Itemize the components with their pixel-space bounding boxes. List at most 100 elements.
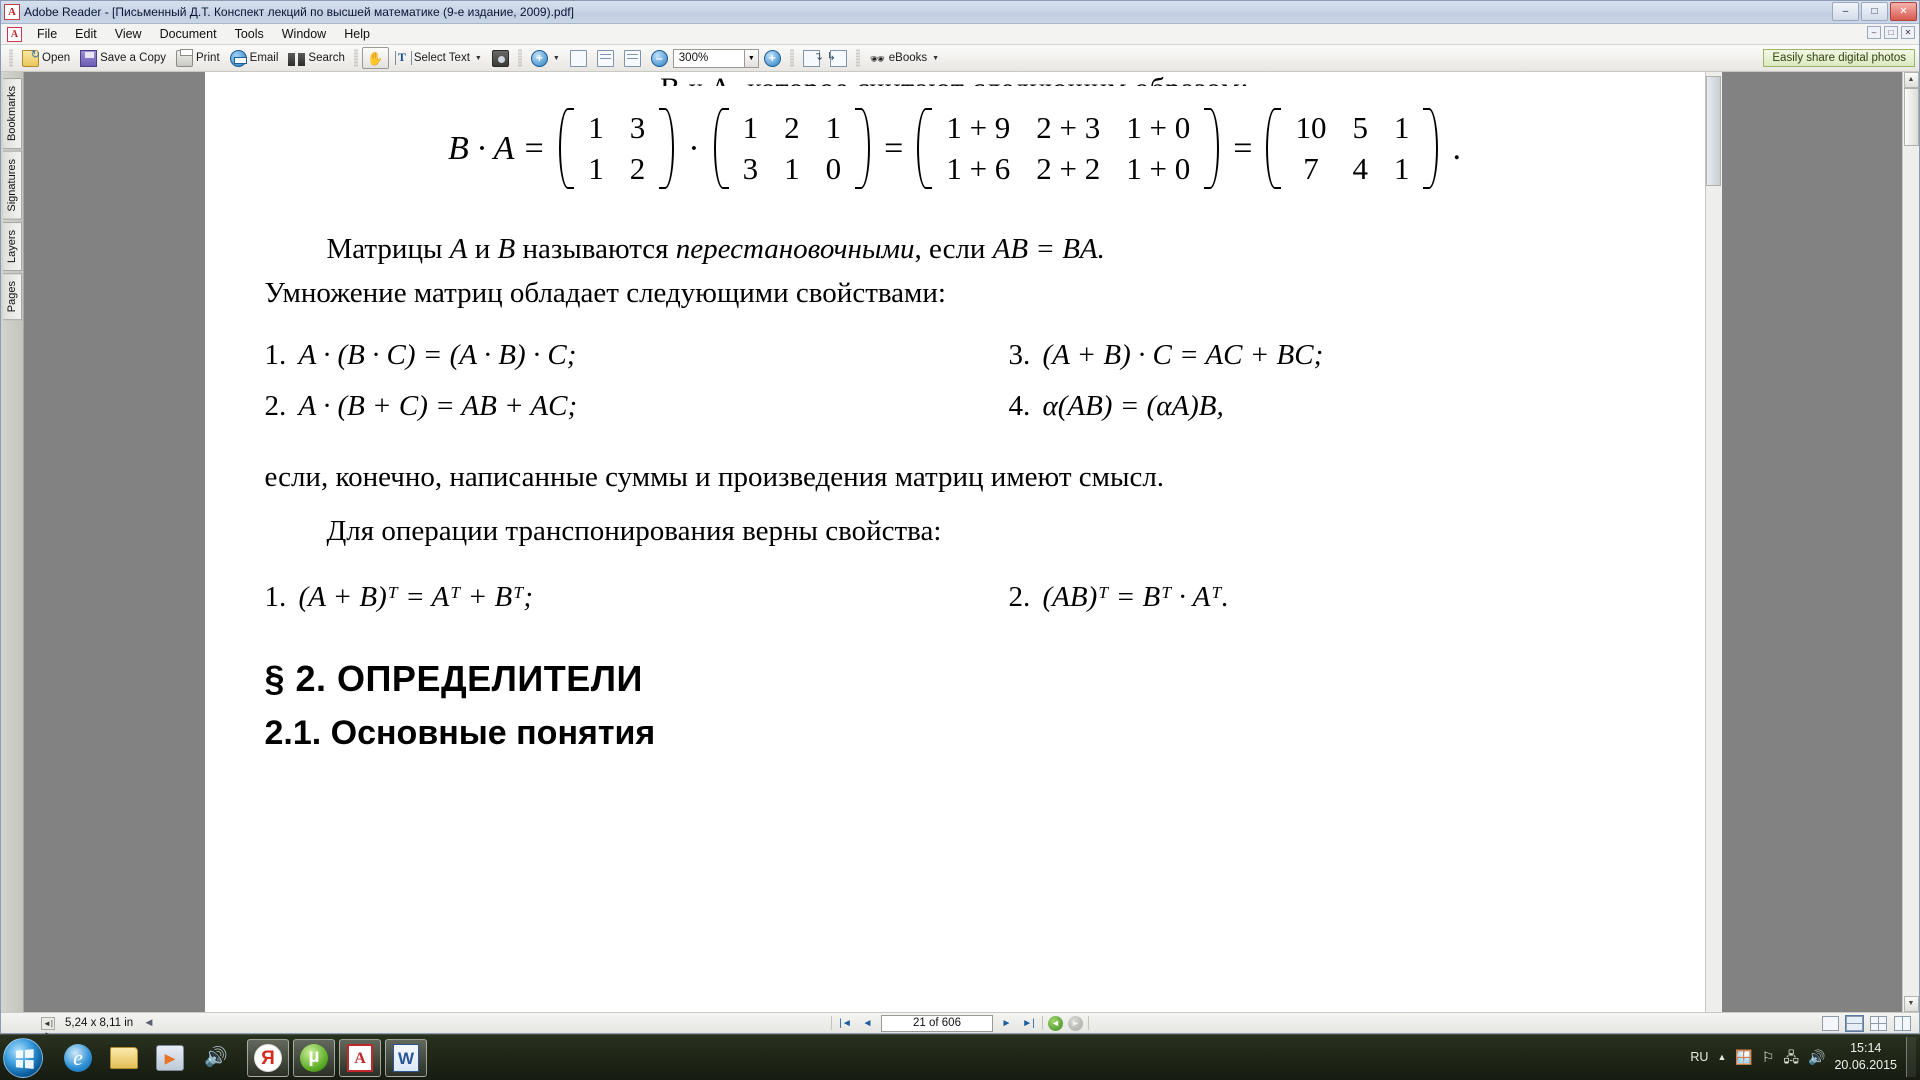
search-button[interactable]: Search [283, 47, 349, 69]
document-scrollbar[interactable] [1704, 72, 1722, 1012]
toolbar-grip-2[interactable] [353, 49, 358, 67]
sidebar-item-layers-label: Layers [5, 229, 18, 263]
para1-var-b: B [497, 233, 516, 266]
property-4: 4. α(AB) = (αA)B, [955, 390, 1645, 423]
menu-view[interactable]: View [106, 25, 151, 43]
menu-tools[interactable]: Tools [226, 25, 273, 43]
start-orb-icon[interactable] [3, 1037, 43, 1078]
doc-close-button[interactable]: ✕ [1901, 26, 1915, 39]
toolbar-grip-4[interactable] [789, 49, 794, 67]
doc-maximize-button[interactable]: □ [1884, 26, 1898, 39]
taskbar-media-player[interactable] [149, 1039, 191, 1077]
network-icon[interactable]: 🖧 [1783, 1050, 1799, 1064]
window-scroll-track[interactable] [1903, 88, 1919, 996]
document-scroll-thumb[interactable] [1705, 76, 1721, 186]
zoom-in-button[interactable] [759, 47, 786, 69]
previous-view-circle-button[interactable]: ◄ [1048, 1015, 1063, 1031]
snapshot-tool-button[interactable] [487, 47, 514, 69]
single-page-layout-button[interactable] [1822, 1015, 1839, 1031]
clock[interactable]: 15:14 20.06.2015 [1834, 1040, 1897, 1074]
zoom-chevron-down-icon[interactable]: ▼ [553, 55, 560, 62]
transpose-1-text: (A + B)ᵀ = Aᵀ + Bᵀ; [298, 581, 534, 614]
scroll-down-button[interactable]: ▼ [1903, 996, 1919, 1012]
matrix-b-cell-0-0: 1 [588, 110, 604, 145]
zoom-in-tool-button[interactable]: ▼ [526, 47, 565, 69]
zoom-out-button[interactable] [646, 47, 673, 69]
close-button[interactable]: ✕ [1890, 2, 1917, 21]
window-scroll-thumb[interactable] [1903, 88, 1919, 146]
hand-tool-button[interactable] [361, 47, 389, 69]
zoom-value-input[interactable]: 300% [672, 48, 745, 68]
menu-file[interactable]: File [28, 25, 66, 43]
continuous-facing-layout-button[interactable] [1894, 1015, 1911, 1031]
matrix-sums-cell-1-0: 1 + 6 [946, 150, 1011, 186]
panel-resize-grip[interactable]: ◄|► [41, 1016, 55, 1039]
taskbar-yandex-browser[interactable] [247, 1038, 289, 1077]
next-view-button[interactable] [825, 47, 852, 69]
minimize-button[interactable]: – [1832, 2, 1859, 21]
chevron-down-icon[interactable]: ▼ [475, 55, 482, 62]
doc-minimize-button[interactable]: – [1867, 26, 1881, 39]
matrix-sums-cell-0-1: 2 + 3 [1036, 110, 1101, 145]
fit-width-button[interactable] [619, 47, 646, 69]
window-scrollbar[interactable]: ▲ ▼ [1902, 72, 1919, 1012]
toolbar-grip-3[interactable] [517, 49, 522, 67]
flag-icon[interactable]: ⚐ [1762, 1050, 1775, 1064]
actual-size-button[interactable] [565, 47, 592, 69]
menu-bar: File Edit View Document Tools Window Hel… [1, 24, 1919, 45]
next-page-button[interactable]: ► [998, 1016, 1015, 1031]
collapse-arrow-icon[interactable]: ◄ [143, 1017, 154, 1029]
document-scroll-track[interactable] [1705, 72, 1721, 1012]
matrix-a-cell-1-2: 0 [825, 150, 842, 186]
sidebar-item-signatures[interactable]: Signatures [2, 151, 22, 220]
page-number-input[interactable]: 21 of 606 [881, 1014, 993, 1032]
save-a-copy-button[interactable]: Save a Copy [75, 47, 171, 69]
previous-page-button[interactable]: ◄ [859, 1016, 876, 1031]
share-photos-banner[interactable]: Easily share digital photos [1763, 49, 1915, 67]
zoom-dropdown-button[interactable]: ▼ [744, 48, 759, 68]
taskbar-utorrent[interactable] [293, 1038, 335, 1077]
fit-page-icon [596, 49, 614, 67]
equation-lead: B · A = [448, 129, 546, 167]
sidebar-item-pages[interactable]: Pages [2, 272, 22, 320]
paragraph-transpose-intro: Для операции транспонирования верны свой… [326, 515, 942, 548]
fit-page-button[interactable] [592, 47, 619, 69]
property-1-number: 1. [264, 339, 287, 372]
menu-window[interactable]: Window [273, 25, 335, 43]
menu-edit[interactable]: Edit [66, 25, 106, 43]
equals-1: = [884, 129, 904, 167]
document-viewport[interactable]: В x A, которое считают следующим образом… [24, 72, 1902, 1012]
ebooks-chevron-down-icon[interactable]: ▼ [932, 55, 939, 62]
taskbar-microsoft-word[interactable] [385, 1038, 427, 1077]
maximize-button[interactable]: □ [1861, 2, 1888, 21]
last-page-button[interactable]: ►| [1020, 1016, 1037, 1031]
menu-help[interactable]: Help [335, 25, 379, 43]
continuous-layout-button[interactable] [1845, 1014, 1864, 1032]
facing-grid-layout-button[interactable] [1870, 1015, 1887, 1031]
first-page-button[interactable]: |◄ [837, 1016, 854, 1031]
print-button[interactable]: Print [171, 47, 225, 69]
email-button[interactable]: Email [225, 47, 284, 69]
previous-view-button[interactable] [798, 47, 825, 69]
taskbar-internet-explorer[interactable] [57, 1039, 99, 1077]
menu-document[interactable]: Document [151, 25, 226, 43]
select-text-button[interactable]: Select Text ▼ [389, 47, 487, 69]
next-view-circle-button[interactable]: ► [1068, 1015, 1083, 1031]
toolbar-grip[interactable] [9, 49, 13, 67]
sidebar-item-bookmarks[interactable]: Bookmarks [2, 78, 22, 150]
windows-taskbar: RU ▲ 🪟 ⚐ 🖧 🔊 15:14 20.06.2015 [0, 1034, 1920, 1080]
ebooks-button[interactable]: eBooks ▼ [864, 47, 944, 69]
taskbar-adobe-reader[interactable] [339, 1038, 381, 1077]
scroll-up-button[interactable]: ▲ [1903, 72, 1919, 88]
language-indicator[interactable]: RU [1690, 1050, 1708, 1064]
sidebar-item-layers[interactable]: Layers [2, 221, 22, 271]
windows-flag-icon[interactable]: 🪟 [1735, 1050, 1752, 1064]
open-button[interactable]: Open [17, 47, 75, 69]
taskbar-windows-explorer[interactable] [103, 1039, 145, 1077]
show-hidden-icons-button[interactable]: ▲ [1717, 1052, 1726, 1062]
toolbar-grip-5[interactable] [855, 49, 860, 67]
volume-icon[interactable]: 🔊 [1808, 1050, 1825, 1064]
show-desktop-button[interactable] [1906, 1037, 1916, 1077]
taskbar-volume-app[interactable] [195, 1039, 237, 1077]
document-icon [7, 26, 22, 42]
